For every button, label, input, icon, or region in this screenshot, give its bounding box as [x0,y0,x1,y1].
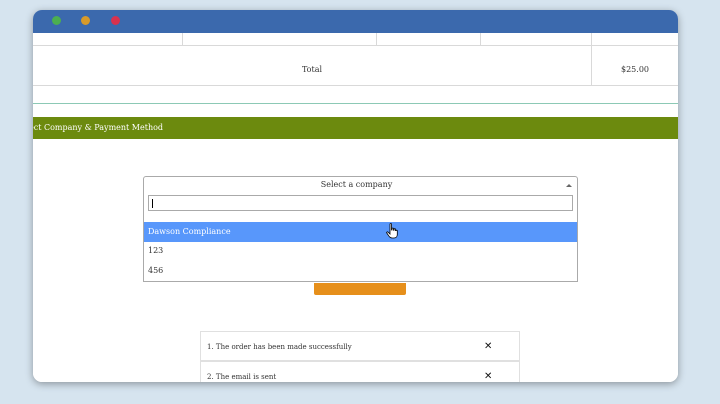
column-divider [376,33,377,45]
company-select-label: Select a company [320,180,393,189]
option-label: Dawson Compliance [148,227,231,236]
company-option-456[interactable]: 456 [144,261,577,281]
close-icon[interactable]: ✕ [484,362,492,382]
text-caret [152,199,153,208]
total-label: Total [301,65,323,74]
column-divider [182,33,183,45]
green-window-button[interactable] [52,16,61,25]
amber-window-button[interactable] [81,16,90,25]
total-row: Total $25.00 [33,45,678,86]
company-dropdown: Dawson Compliance 123 456 [143,192,578,282]
notification-item: 1. The order has been made successfully … [200,331,520,361]
company-option-dawson[interactable]: Dawson Compliance [144,222,577,242]
browser-window: Total $25.00 ect Company & Payment Metho… [33,10,678,382]
column-divider [480,33,481,45]
chevron-up-icon [566,184,572,187]
company-search-input[interactable] [148,195,573,211]
notification-item: 2. The email is sent ✕ [200,361,520,382]
submit-button[interactable] [314,283,406,295]
close-icon[interactable]: ✕ [484,332,492,362]
title-bar [33,10,678,33]
column-divider [591,33,592,45]
page-content: Total $25.00 ect Company & Payment Metho… [33,33,678,382]
total-value: $25.00 [621,65,649,74]
option-label: 123 [148,246,164,255]
hand-pointer-icon [386,223,398,239]
red-window-button[interactable] [111,16,120,25]
section-title: ect Company & Payment Method [33,123,164,132]
section-header: ect Company & Payment Method [33,117,678,139]
option-label: 456 [148,266,164,275]
divider-line [33,103,678,104]
notification-message: 1. The order has been made successfully [207,343,352,351]
notification-message: 2. The email is sent [207,373,277,381]
company-option-123[interactable]: 123 [144,241,577,261]
